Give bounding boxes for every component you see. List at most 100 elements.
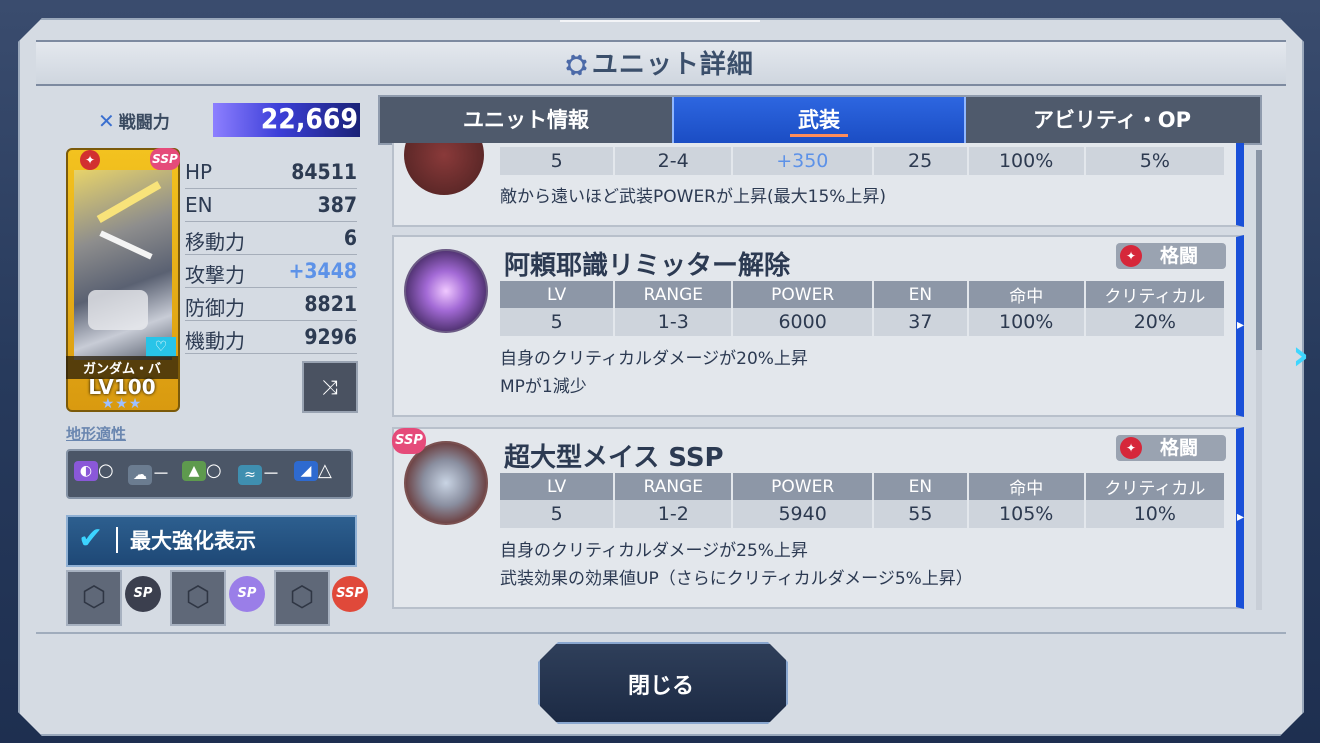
melee-icon: ✦ [1120,437,1142,459]
terrain-rating: △ [318,460,332,481]
water-icon: ≈ [238,465,262,485]
combat-power-label-text: 戦闘力 [118,113,170,133]
weapon-type-badge: ✦ 格闘 [1116,243,1226,269]
weapon-range: 2-4 [614,147,733,175]
hexagon-icon: ⬡ [81,580,107,613]
separator [116,527,118,553]
weapon-name: 阿頼耶識リミッター解除 [504,245,805,283]
close-button-label[interactable]: 閉じる [538,668,784,700]
tab-weapons[interactable]: 武装 [672,97,966,143]
stat-row-mobility: 機動力 9296 [185,325,357,354]
weapon-hit: 100% [967,308,1086,336]
weapon-stats-table: LV RANGE POWER EN 命中 クリティカル 5 1-3 6000 3… [500,281,1227,336]
weapon-critical: 20% [1084,308,1227,336]
crossed-swords-icon: ✕ [98,109,115,133]
col-header-lv: LV [500,473,616,500]
stat-row-defense: 防御力 8821 [185,292,357,321]
combat-power-label: ✕ 戦闘力 [98,108,170,133]
col-header-critical: クリティカル [1084,281,1227,308]
slot-badge-sp: SP [229,576,265,612]
terrain-space: ◐ ○ [74,460,124,486]
terrain-rating: － [262,464,280,485]
melee-icon: ✦ [1120,245,1142,267]
col-header-lv: LV [500,281,616,308]
portrait-detail [88,290,148,330]
tab-unit-info[interactable]: ユニット情報 [380,97,672,143]
weapon-critical: 5% [1084,147,1227,175]
weapon-stats-table: 5 2-4 +350 25 100% 5% [500,147,1227,175]
weapon-list[interactable]: 5 2-4 +350 25 100% 5% 敵から遠いほど武装POWERが上昇(… [380,143,1248,618]
tab-weapons-label: 武装 [798,108,840,132]
terrain-water: ≈ － [238,460,288,486]
weapon-range: 1-2 [614,500,734,528]
weapon-power: 5940 [732,500,874,528]
rarity-badge: SSP [150,148,180,170]
weapon-hit: 100% [967,147,1086,175]
weapon-card-1[interactable]: 5 2-4 +350 25 100% 5% 敵から遠いほど武装POWERが上昇(… [392,143,1244,227]
part-slot-3[interactable]: ⬡ [274,570,330,626]
weapon-en: 37 [872,308,969,336]
chevron-right-icon[interactable]: › [1292,330,1309,379]
divider [36,632,1286,634]
weapon-desc-line: 武装効果の効果値UP（さらにクリティカルダメージ5%上昇） [500,569,973,589]
shuffle-button[interactable]: ⤨ [302,361,358,413]
weapon-desc-line: 自身のクリティカルダメージが25%上昇 [500,541,808,561]
weapon-lv: 5 [500,147,616,175]
page-title-text: ユニット詳細 [591,50,754,80]
weapon-description: 自身のクリティカルダメージが20%上昇 MPが1減少 [500,345,808,401]
weapon-type-label: 格闘 [1160,437,1199,459]
weapon-desc-line: 敵から遠いほど武装POWERが上昇(最大15%上昇) [500,187,887,207]
weapon-critical: 10% [1084,500,1227,528]
col-header-en: EN [872,281,969,308]
weapon-description: 敵から遠いほど武装POWERが上昇(最大15%上昇) [500,183,886,211]
tab-bar: ユニット情報 武装 アビリティ・OP [378,95,1262,145]
part-slot-2[interactable]: ⬡ [170,570,226,626]
weapon-lv: 5 [500,308,616,336]
terrain-rating: ○ [98,460,114,481]
stat-row-en: EN 387 [185,193,357,222]
terrain-rating: ○ [206,460,222,481]
weapon-hit: 105% [967,500,1086,528]
gundam-emblem-icon: ⛭ [566,50,588,80]
stat-value: 6 [343,226,357,250]
weapon-range: 1-3 [614,308,734,336]
active-tab-underline [790,134,848,137]
frame-decoration [560,20,760,30]
terrain-air: ☁ － [128,460,178,486]
stat-value: 84511 [291,160,357,184]
page-title: ⛭ ユニット詳細 [0,44,1320,81]
terrain-ground: ▲ ○ [182,460,232,486]
list-scrollbar[interactable] [1256,150,1262,610]
weapon-lv: 5 [500,500,616,528]
tab-abilities[interactable]: アビリティ・OP [964,97,1260,143]
col-header-critical: クリティカル [1084,473,1227,500]
part-slot-1[interactable]: ⬡ [66,570,122,626]
unit-stars: ★★★ [101,396,143,412]
slot-badge-sp: SP [125,576,161,612]
weapon-card-3[interactable]: 超大型メイス SSP ✦ 格闘 LV RANGE POWER EN 命中 クリティ… [392,427,1244,609]
weapon-power: +350 [731,147,874,175]
weapon-stats-table: LV RANGE POWER EN 命中 クリティカル 5 1-2 5940 5… [500,473,1227,528]
favorite-heart-icon[interactable]: ♡ [146,337,176,357]
col-header-en: EN [872,473,969,500]
stat-label: 攻撃力 [185,263,245,287]
col-header-hit: 命中 [967,473,1086,500]
attack-type-icon: ✦ [80,150,100,170]
max-boost-label: 最大強化表示 [130,529,256,553]
stat-row-hp: HP 84511 [185,160,357,189]
hexagon-icon: ⬡ [289,580,315,613]
weapon-desc-line: MPが1減少 [500,377,587,397]
combat-power-value: 22,669 [260,102,358,135]
weapon-card-2[interactable]: 阿頼耶識リミッター解除 ✦ 格闘 LV RANGE POWER EN 命中 クリテ… [392,235,1244,417]
stat-value: 9296 [304,325,357,349]
terrain-underwater: ◢ △ [294,460,344,486]
max-boost-toggle[interactable]: ✔ 最大強化表示 [66,515,357,567]
ground-icon: ▲ [182,461,206,481]
col-header-power: POWER [732,281,874,308]
weapon-icon [404,143,484,195]
scrollbar-thumb[interactable] [1256,150,1262,350]
underwater-icon: ◢ [294,461,318,481]
col-header-range: RANGE [614,473,734,500]
stat-label: 移動力 [185,230,245,254]
stat-label: 機動力 [185,329,245,353]
